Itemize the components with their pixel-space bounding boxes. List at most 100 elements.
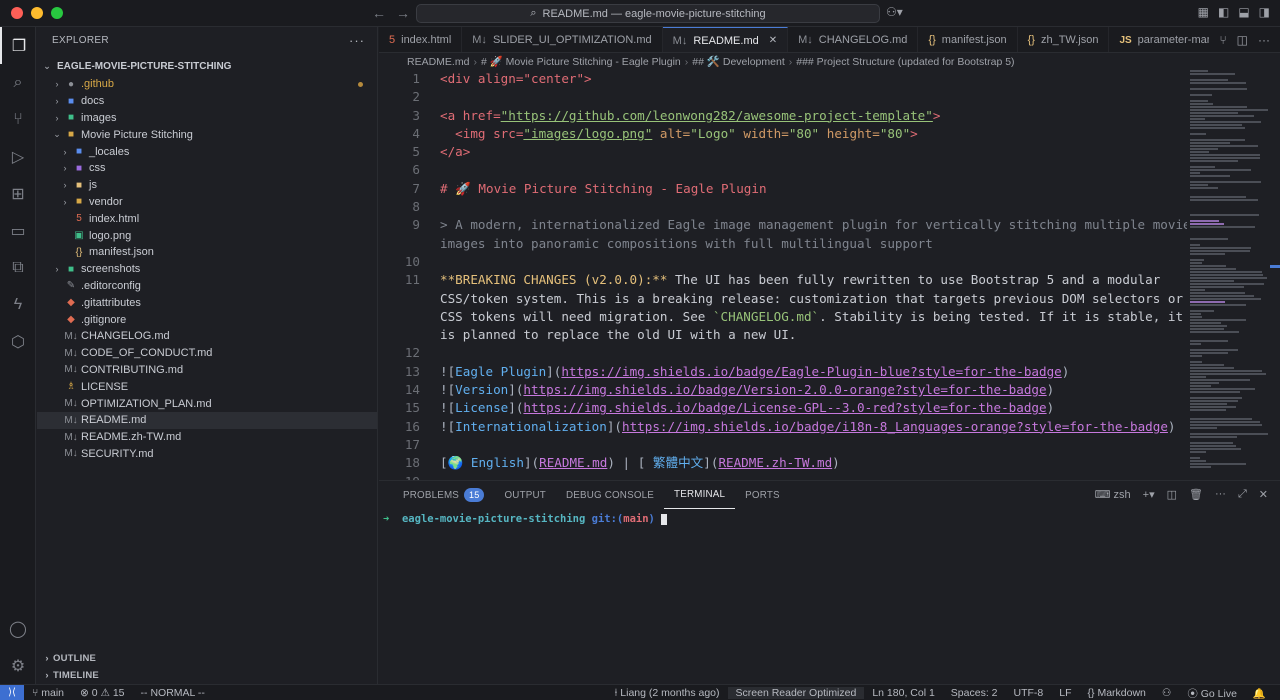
search-icon[interactable]: ⌕ bbox=[0, 64, 36, 101]
code-content: <img src="images/logo.png" alt="Logo" wi… bbox=[440, 125, 918, 143]
close-icon[interactable]: ✕ bbox=[769, 35, 777, 46]
tree-item-changelog[interactable]: M↓ CHANGELOG.md bbox=[37, 328, 377, 345]
toggle-sidebar-icon[interactable]: ◧ bbox=[1218, 5, 1229, 19]
branch-indicator[interactable]: ⑂ main bbox=[24, 687, 72, 699]
tab-readme[interactable]: M↓ README.md ✕ bbox=[662, 27, 789, 52]
split-editor-icon[interactable]: ◫ bbox=[1237, 33, 1248, 47]
tree-item-screenshots[interactable]: › ■ screenshots bbox=[37, 261, 377, 278]
close-window-button[interactable] bbox=[11, 7, 23, 19]
code-line-wrap: images into panoramic compositions with … bbox=[379, 235, 1187, 253]
customize-layout-icon[interactable]: ▦ bbox=[1198, 5, 1209, 19]
error-icon: ⊗ bbox=[80, 686, 89, 699]
tree-item-contributing[interactable]: M↓ CONTRIBUTING.md bbox=[37, 362, 377, 379]
tree-item-code-of-conduct[interactable]: M↓ CODE_OF_CONDUCT.md bbox=[37, 345, 377, 362]
minimap-line bbox=[1190, 460, 1206, 462]
tree-item-js[interactable]: › ■ js bbox=[37, 177, 377, 194]
tree-item-license[interactable]: ♗ LICENSE bbox=[37, 378, 377, 395]
code-editor[interactable]: 1 <div align="center"> 2 3 <a href="https:… bbox=[379, 70, 1187, 480]
tree-item-github[interactable]: › ● .github bbox=[37, 76, 377, 93]
forward-arrow-icon[interactable]: → bbox=[396, 5, 410, 21]
tree-item-logo-png[interactable]: ▣ logo.png bbox=[37, 227, 377, 244]
open-changes-icon[interactable]: ⑂ bbox=[1219, 33, 1226, 47]
terminal-shell-selector[interactable]: ⌨ zsh bbox=[1095, 488, 1131, 501]
command-center[interactable]: ⌕ README.md — eagle-movie-picture-stitch… bbox=[416, 4, 880, 23]
copilot-status-icon[interactable]: ⚇ bbox=[1154, 687, 1179, 699]
tree-item-editorconfig[interactable]: ✎ .editorconfig bbox=[37, 278, 377, 295]
code-content: is planned to replace the old UI with a … bbox=[440, 327, 797, 343]
cursor-position[interactable]: Ln 180, Col 1 bbox=[864, 687, 942, 699]
breadcrumb-item[interactable]: # 🚀 Movie Picture Stitching - Eagle Plug… bbox=[481, 55, 681, 68]
tree-item-optimization-plan[interactable]: M↓ OPTIMIZATION_PLAN.md bbox=[37, 395, 377, 412]
outline-section[interactable]: › OUTLINE bbox=[37, 650, 378, 667]
tree-item-css[interactable]: › ■ css bbox=[37, 160, 377, 177]
toggle-panel-icon[interactable]: ⬓ bbox=[1238, 5, 1249, 19]
source-control-icon[interactable]: ⑂ bbox=[0, 101, 36, 138]
code-line-wrap: CSS tokens will need migration. See `CHA… bbox=[379, 308, 1187, 326]
tab-terminal[interactable]: TERMINAL bbox=[664, 481, 736, 509]
account-icon[interactable]: ◯ bbox=[0, 610, 36, 647]
run-debug-icon[interactable]: ▷ bbox=[0, 138, 36, 175]
remote-indicator-icon[interactable]: ⟩⟨ bbox=[0, 684, 24, 700]
line-number: 15 bbox=[404, 400, 420, 416]
tree-item-locales[interactable]: › ■ _locales bbox=[37, 143, 377, 160]
split-terminal-icon[interactable]: ◫ bbox=[1167, 488, 1177, 501]
tree-item-movie-picture-stitching[interactable]: ⌄ ■ Movie Picture Stitching bbox=[37, 126, 377, 143]
tree-item-label: .gitignore bbox=[81, 313, 127, 326]
breadcrumb-item[interactable]: README.md bbox=[407, 56, 469, 68]
go-live-button[interactable]: ⦿ Go Live bbox=[1179, 686, 1245, 700]
tree-item-images[interactable]: › ■ images bbox=[37, 110, 377, 127]
encoding[interactable]: UTF-8 bbox=[1006, 687, 1052, 699]
close-panel-icon[interactable]: ✕ bbox=[1259, 488, 1268, 501]
terminal-output[interactable]: ➜ eagle-movie-picture-stitching git:(mai… bbox=[383, 513, 668, 525]
language-mode[interactable]: {} Markdown bbox=[1080, 687, 1154, 699]
tree-item-gitattributes[interactable]: ◆ .gitattributes bbox=[37, 294, 377, 311]
tree-item-index-html[interactable]: 5 index.html bbox=[37, 210, 377, 227]
breadcrumb-item[interactable]: ### Project Structure (updated for Boots… bbox=[796, 56, 1014, 68]
gear-icon[interactable]: ⚙ bbox=[0, 647, 36, 684]
more-actions-icon[interactable]: ··· bbox=[1258, 33, 1270, 47]
indentation[interactable]: Spaces: 2 bbox=[943, 687, 1006, 699]
back-arrow-icon[interactable]: ← bbox=[372, 5, 386, 21]
explorer-icon[interactable]: ❐ bbox=[0, 27, 36, 64]
end-of-line[interactable]: LF bbox=[1051, 687, 1079, 699]
tree-item-vendor[interactable]: › ■ vendor bbox=[37, 194, 377, 211]
window-title: README.md — eagle-movie-picture-stitchin… bbox=[542, 7, 766, 20]
tree-item-manifest-json[interactable]: {} manifest.json bbox=[37, 244, 377, 261]
trash-icon[interactable]: 🗑 bbox=[1189, 488, 1203, 501]
package-icon[interactable]: ⬡ bbox=[0, 323, 36, 360]
tree-item-readme[interactable]: M↓ README.md bbox=[37, 411, 377, 429]
more-actions-icon[interactable]: ··· bbox=[1215, 488, 1226, 501]
tab-problems[interactable]: PROBLEMS 15 bbox=[393, 481, 494, 509]
folder-view-icon[interactable]: ▭ bbox=[0, 212, 36, 249]
problems-indicator[interactable]: ⊗ 0 ⚠ 15 bbox=[72, 687, 133, 699]
tab-output[interactable]: OUTPUT bbox=[494, 481, 555, 509]
breadcrumb-item[interactable]: ## 🛠️ Development bbox=[692, 55, 784, 68]
minimize-window-button[interactable] bbox=[31, 7, 43, 19]
tab-zh-tw-json[interactable]: {} zh_TW.json bbox=[1018, 27, 1110, 52]
tab-debug-console[interactable]: DEBUG CONSOLE bbox=[556, 481, 664, 509]
notifications-icon[interactable]: 🔔 bbox=[1245, 687, 1274, 700]
tab-index-html[interactable]: 5 index.html bbox=[379, 27, 463, 52]
tree-item-readme-zh-tw[interactable]: M↓ README.zh-TW.md bbox=[37, 429, 377, 446]
remote-explorer-icon[interactable]: ⧉ bbox=[0, 249, 36, 286]
tree-item-docs[interactable]: › ■ docs bbox=[37, 93, 377, 110]
minimap[interactable] bbox=[1187, 70, 1280, 480]
tab-changelog[interactable]: M↓ CHANGELOG.md bbox=[788, 27, 919, 52]
maximize-panel-icon[interactable]: ⤢ bbox=[1238, 488, 1247, 501]
tab-slider-ui-optimization[interactable]: M↓ SLIDER_UI_OPTIMIZATION.md bbox=[462, 27, 663, 52]
tab-manifest-json[interactable]: {} manifest.json bbox=[918, 27, 1018, 52]
tree-item-gitignore[interactable]: ◆ .gitignore bbox=[37, 311, 377, 328]
lightning-icon[interactable]: ϟ bbox=[0, 286, 36, 323]
maximize-window-button[interactable] bbox=[51, 7, 63, 19]
more-actions-icon[interactable]: ··· bbox=[349, 33, 365, 48]
copilot-icon[interactable]: ⚇▾ bbox=[886, 5, 903, 19]
project-root[interactable]: ⌄ EAGLE-MOVIE-PICTURE-STITCHING bbox=[37, 56, 377, 76]
extensions-icon[interactable]: ⊞ bbox=[0, 175, 36, 212]
new-terminal-icon[interactable]: +▾ bbox=[1143, 488, 1155, 501]
screen-reader-status[interactable]: Screen Reader Optimized bbox=[727, 687, 865, 699]
toggle-secondary-sidebar-icon[interactable]: ◨ bbox=[1259, 5, 1270, 19]
git-blame[interactable]: ⍿ Liang (2 months ago) bbox=[607, 687, 728, 700]
timeline-section[interactable]: › TIMELINE bbox=[37, 667, 378, 684]
tree-item-security[interactable]: M↓ SECURITY.md bbox=[37, 446, 377, 463]
tab-ports[interactable]: PORTS bbox=[735, 481, 790, 509]
